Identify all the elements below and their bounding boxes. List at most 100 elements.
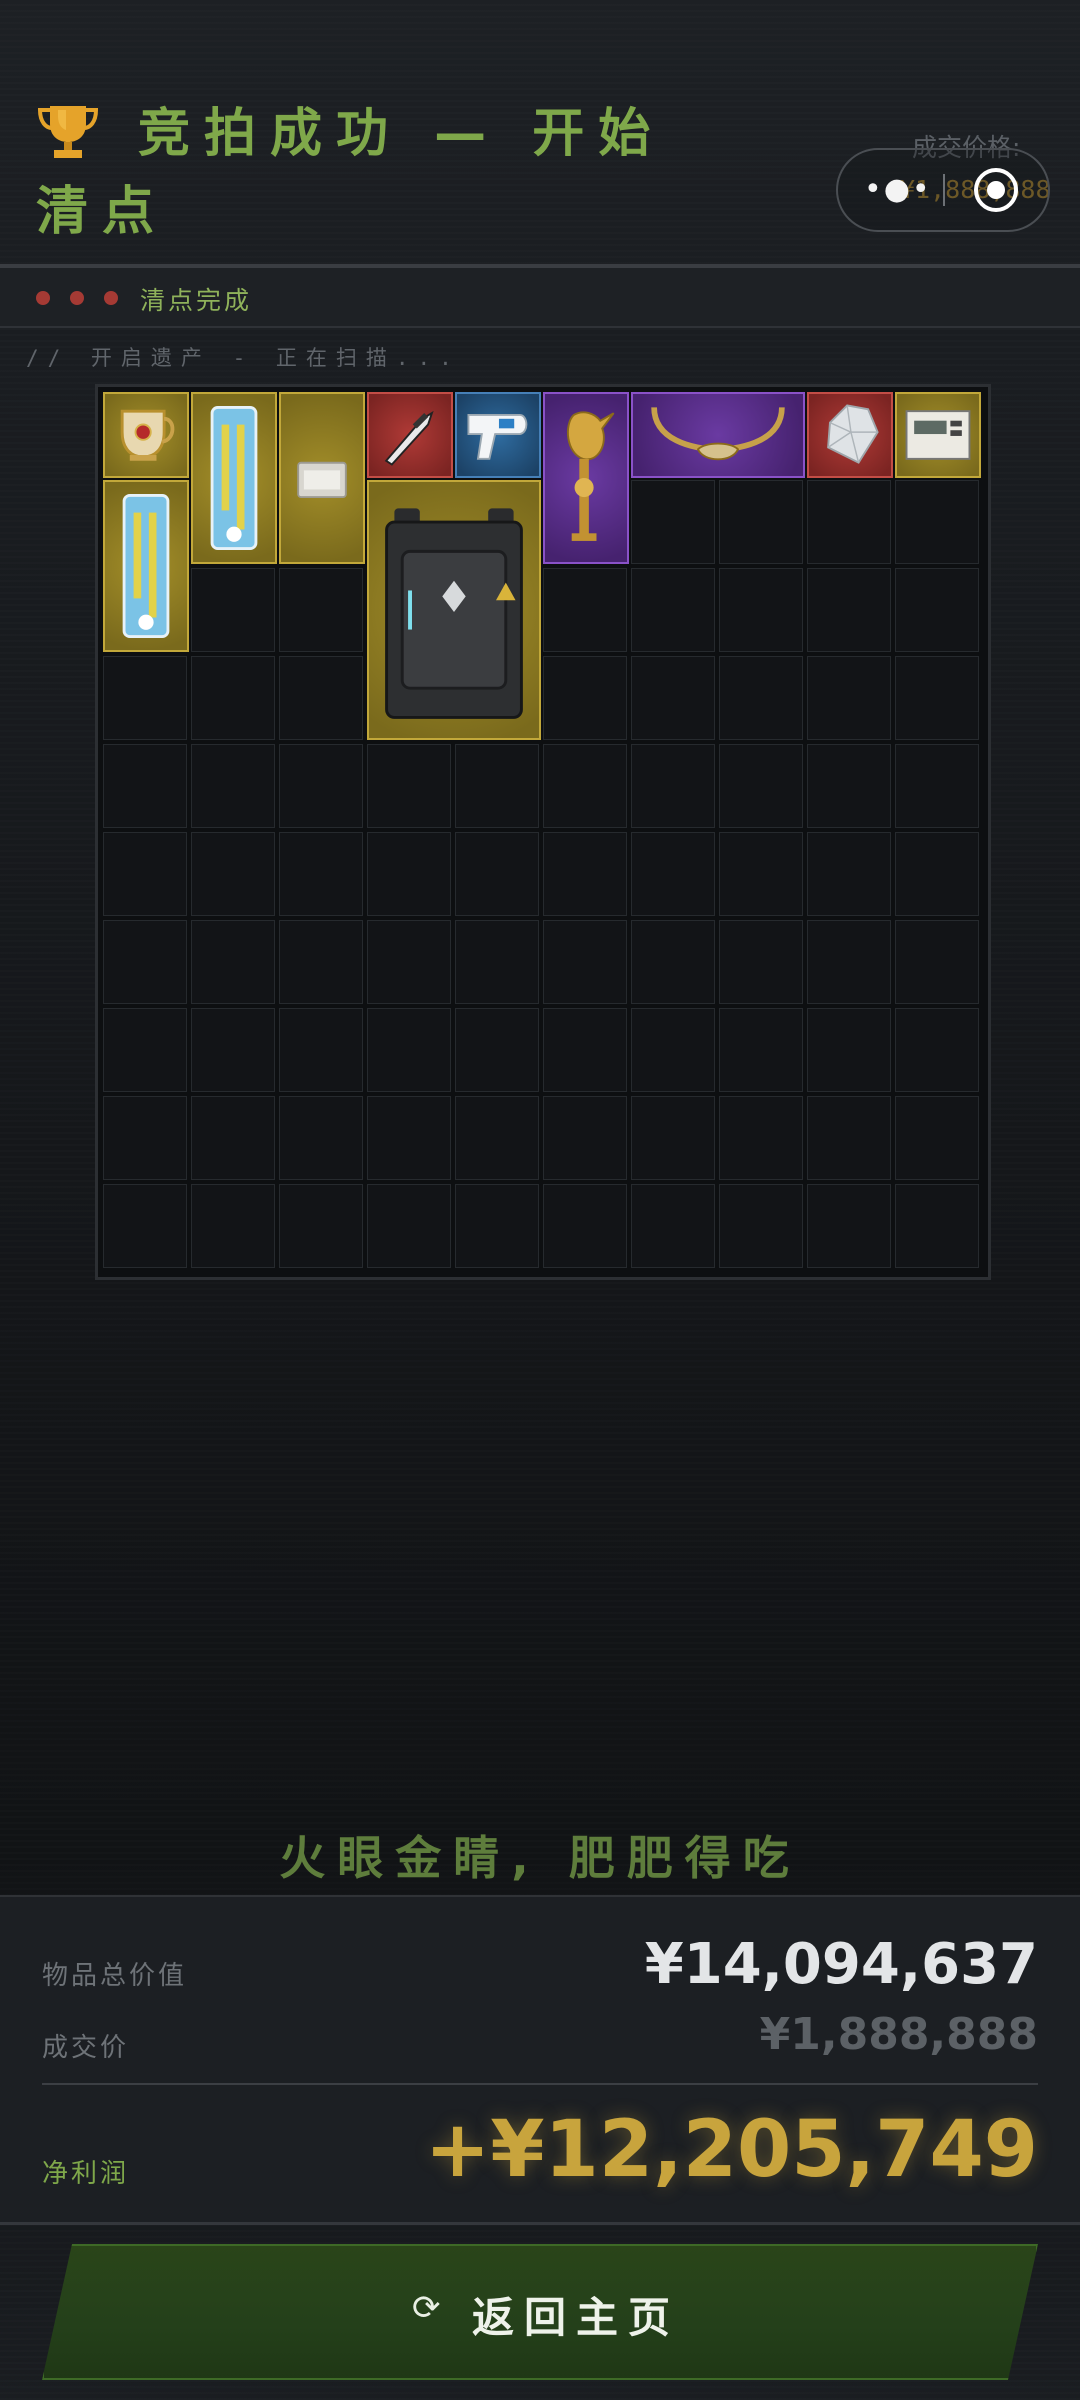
grid-cell[interactable]: [279, 744, 363, 828]
grid-cell[interactable]: [455, 832, 539, 916]
grid-cell[interactable]: [807, 920, 891, 1004]
grid-cell[interactable]: [807, 1096, 891, 1180]
grid-cell[interactable]: [807, 480, 891, 564]
grid-cell[interactable]: [807, 1008, 891, 1092]
item-gold-skull-statue[interactable]: [543, 392, 629, 564]
grid-cell[interactable]: [631, 1008, 715, 1092]
grid-cell[interactable]: [191, 920, 275, 1004]
grid-cell[interactable]: [895, 1184, 979, 1268]
grid-cell[interactable]: [807, 744, 891, 828]
grid-cell[interactable]: [279, 832, 363, 916]
grid-cell[interactable]: [103, 656, 187, 740]
grid-cell[interactable]: [191, 656, 275, 740]
grid-cell[interactable]: [631, 832, 715, 916]
grid-cell[interactable]: [543, 744, 627, 828]
scan-text: // 开启遗产 - 正在扫描...: [26, 346, 461, 370]
grid-cell[interactable]: [895, 568, 979, 652]
grid-cell[interactable]: [719, 568, 803, 652]
grid-cell[interactable]: [543, 656, 627, 740]
item-tactical-case[interactable]: [367, 480, 541, 740]
grid-cell[interactable]: [103, 832, 187, 916]
grid-cell[interactable]: [895, 656, 979, 740]
grid-cell[interactable]: [191, 832, 275, 916]
grid-cell[interactable]: [455, 744, 539, 828]
deal-price-label-summary: 成交价: [42, 2033, 130, 2063]
grid-cell[interactable]: [367, 1184, 451, 1268]
grid-cell[interactable]: [191, 1096, 275, 1180]
grid-cell[interactable]: [103, 1184, 187, 1268]
inventory-grid: [95, 384, 991, 1280]
grid-cell[interactable]: [191, 568, 275, 652]
item-scalpel[interactable]: [367, 392, 453, 478]
grid-cell[interactable]: [279, 656, 363, 740]
grid-cell[interactable]: [279, 1184, 363, 1268]
grid-cell[interactable]: [895, 920, 979, 1004]
grid-cell[interactable]: [103, 920, 187, 1004]
grid-cell[interactable]: [631, 920, 715, 1004]
grid-cell[interactable]: [895, 744, 979, 828]
grid-cell[interactable]: [279, 568, 363, 652]
item-medical-kit-2[interactable]: [103, 480, 189, 652]
return-home-label: 返回主页: [472, 2293, 681, 2342]
grid-cell[interactable]: [895, 1008, 979, 1092]
grid-cell[interactable]: [719, 480, 803, 564]
grid-cell[interactable]: [279, 1008, 363, 1092]
deal-price-summary: ¥1,888,888: [759, 2009, 1038, 2060]
grid-cell[interactable]: [543, 1184, 627, 1268]
grid-cell[interactable]: [719, 1184, 803, 1268]
grid-cell[interactable]: [367, 1096, 451, 1180]
grid-cell[interactable]: [191, 1184, 275, 1268]
grid-cell[interactable]: [631, 656, 715, 740]
grid-cell[interactable]: [631, 568, 715, 652]
item-diamond[interactable]: [807, 392, 893, 478]
grid-cell[interactable]: [103, 1096, 187, 1180]
grid-cell[interactable]: [895, 832, 979, 916]
grid-cell[interactable]: [191, 744, 275, 828]
grid-cell[interactable]: [543, 1096, 627, 1180]
grid-cell[interactable]: [719, 832, 803, 916]
grid-cell[interactable]: [367, 744, 451, 828]
grid-cell[interactable]: [631, 480, 715, 564]
item-bull-horn-necklace[interactable]: [631, 392, 805, 478]
item-smart-meter[interactable]: [895, 392, 981, 478]
grid-cell[interactable]: [631, 744, 715, 828]
grid-cell[interactable]: [719, 744, 803, 828]
grid-cell[interactable]: [631, 1096, 715, 1180]
grid-cell[interactable]: [455, 920, 539, 1004]
grid-cell[interactable]: [543, 920, 627, 1004]
grid-cell[interactable]: [103, 744, 187, 828]
grid-cell[interactable]: [631, 1184, 715, 1268]
grid-cell[interactable]: [895, 1096, 979, 1180]
grid-cell[interactable]: [367, 1008, 451, 1092]
item-gas-tank[interactable]: [279, 392, 365, 564]
item-golden-goblet[interactable]: [103, 392, 189, 478]
diamond-icon: [827, 404, 879, 464]
grid-cell[interactable]: [103, 1008, 187, 1092]
grid-cell[interactable]: [191, 1008, 275, 1092]
grid-cell[interactable]: [279, 1096, 363, 1180]
grid-cell[interactable]: [807, 832, 891, 916]
grid-cell[interactable]: [807, 1184, 891, 1268]
more-dots-icon[interactable]: •●•: [864, 172, 932, 207]
grid-cell[interactable]: [455, 1008, 539, 1092]
return-home-button[interactable]: ⟳ 返回主页: [42, 2244, 1038, 2380]
grid-cell[interactable]: [367, 832, 451, 916]
grid-cell[interactable]: [455, 1184, 539, 1268]
grid-cell[interactable]: [543, 1008, 627, 1092]
grid-cell[interactable]: [719, 920, 803, 1004]
grid-cell[interactable]: [719, 1096, 803, 1180]
item-thermometer-gun[interactable]: [455, 392, 541, 478]
grid-cell[interactable]: [279, 920, 363, 1004]
grid-cell[interactable]: [367, 920, 451, 1004]
grid-cell[interactable]: [455, 1096, 539, 1180]
mini-program-capsule: •●•: [836, 148, 1050, 232]
grid-cell[interactable]: [895, 480, 979, 564]
grid-cell[interactable]: [719, 1008, 803, 1092]
grid-cell[interactable]: [807, 568, 891, 652]
item-medical-kit[interactable]: [191, 392, 277, 564]
grid-cell[interactable]: [807, 656, 891, 740]
grid-cell[interactable]: [719, 656, 803, 740]
target-close-icon[interactable]: [974, 168, 1018, 212]
grid-cell[interactable]: [543, 568, 627, 652]
grid-cell[interactable]: [543, 832, 627, 916]
